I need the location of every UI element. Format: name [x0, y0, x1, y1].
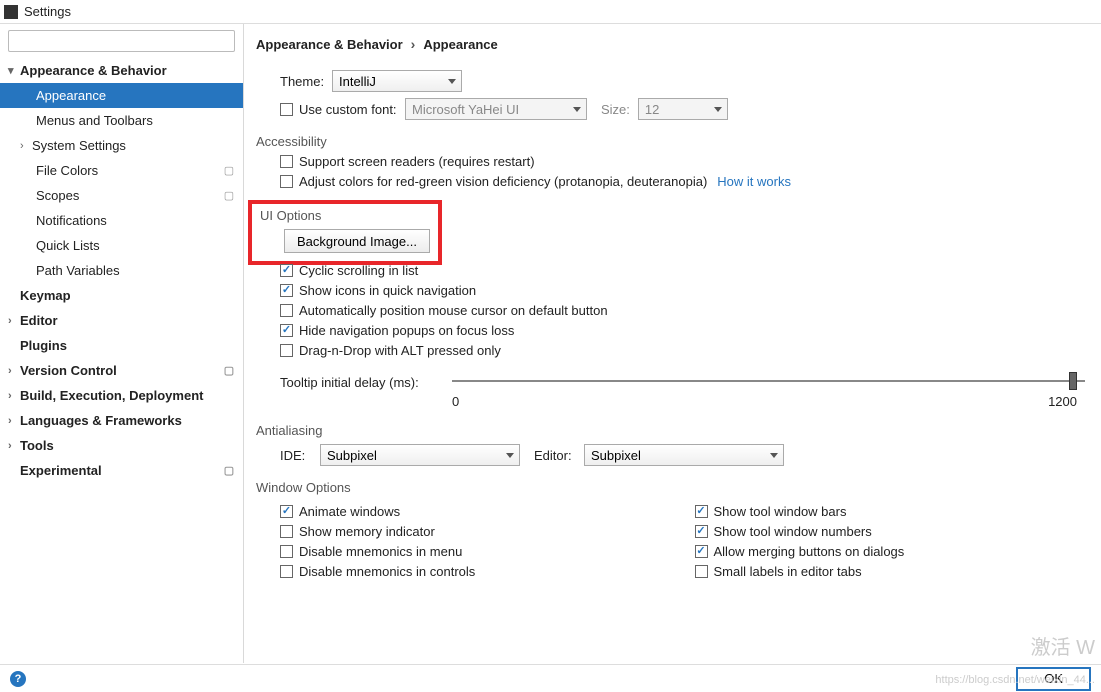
animate-label: Animate windows — [299, 504, 400, 519]
antialiasing-title: Antialiasing — [256, 423, 1085, 438]
slider-thumb[interactable] — [1069, 372, 1077, 390]
tool-bars-label: Show tool window bars — [714, 504, 847, 519]
window-title: Settings — [24, 4, 71, 19]
tree-menus-toolbars[interactable]: Menus and Toolbars — [0, 108, 243, 133]
title-bar: Settings — [0, 0, 1101, 24]
chevron-down-icon — [448, 79, 456, 84]
merge-btns-label: Allow merging buttons on dialogs — [714, 544, 905, 559]
ide-aa-label: IDE: — [280, 448, 320, 463]
tree-scopes[interactable]: Scopes▢ — [0, 183, 243, 208]
tree-build[interactable]: ›Build, Execution, Deployment — [0, 383, 243, 408]
tree-notifications[interactable]: Notifications — [0, 208, 243, 233]
font-size-label: Size: — [601, 102, 630, 117]
tree-languages[interactable]: ›Languages & Frameworks — [0, 408, 243, 433]
accessibility-title: Accessibility — [256, 134, 1085, 149]
font-family-select[interactable]: Microsoft YaHei UI — [405, 98, 587, 120]
tool-numbers-label: Show tool window numbers — [714, 524, 872, 539]
settings-tree: ▾Appearance & Behavior Appearance Menus … — [0, 58, 243, 663]
screen-readers-checkbox[interactable] — [280, 155, 293, 168]
crumb-parent: Appearance & Behavior — [256, 37, 403, 52]
slider-min: 0 — [452, 394, 459, 409]
project-tag-icon: ▢ — [221, 189, 237, 202]
show-icons-label: Show icons in quick navigation — [299, 283, 476, 298]
background-image-button[interactable]: Background Image... — [284, 229, 430, 253]
hide-popups-checkbox[interactable] — [280, 324, 293, 337]
left-panel: ▾Appearance & Behavior Appearance Menus … — [0, 24, 244, 663]
chevron-down-icon — [573, 107, 581, 112]
small-labels-checkbox[interactable] — [695, 565, 708, 578]
chevron-down-icon — [770, 453, 778, 458]
memory-label: Show memory indicator — [299, 524, 435, 539]
auto-cursor-checkbox[interactable] — [280, 304, 293, 317]
small-labels-label: Small labels in editor tabs — [714, 564, 862, 579]
content-panel: Appearance & Behavior › Appearance Theme… — [244, 24, 1101, 663]
merge-buttons-checkbox[interactable] — [695, 545, 708, 558]
breadcrumb: Appearance & Behavior › Appearance — [256, 24, 1085, 64]
theme-select[interactable]: IntelliJ — [332, 70, 462, 92]
ide-aa-select[interactable]: Subpixel — [320, 444, 520, 466]
tooltip-delay-row: Tooltip initial delay (ms): — [280, 370, 1085, 394]
dnd-alt-checkbox[interactable] — [280, 344, 293, 357]
disable-menu-label: Disable mnemonics in menu — [299, 544, 462, 559]
tooltip-delay-slider[interactable] — [452, 370, 1085, 394]
ui-options-title: UI Options — [260, 208, 430, 223]
theme-row: Theme: IntelliJ — [280, 70, 1085, 92]
crumb-current: Appearance — [423, 37, 497, 52]
tree-appearance[interactable]: Appearance — [0, 83, 243, 108]
custom-font-row: Use custom font: Microsoft YaHei UI Size… — [280, 98, 1085, 120]
show-icons-checkbox[interactable] — [280, 284, 293, 297]
main-area: ▾Appearance & Behavior Appearance Menus … — [0, 24, 1101, 663]
search-wrap — [0, 24, 243, 58]
tree-tools[interactable]: ›Tools — [0, 433, 243, 458]
cyclic-label: Cyclic scrolling in list — [299, 263, 418, 278]
tooltip-delay-label: Tooltip initial delay (ms): — [280, 375, 438, 390]
app-icon — [4, 5, 18, 19]
tree-keymap[interactable]: Keymap — [0, 283, 243, 308]
font-label: Use custom font: — [299, 102, 405, 117]
ok-button[interactable]: OK — [1016, 667, 1091, 691]
highlight-annotation: UI Options Background Image... — [248, 200, 442, 265]
editor-aa-label: Editor: — [534, 448, 584, 463]
disable-mnemonics-menu-checkbox[interactable] — [280, 545, 293, 558]
chevron-down-icon — [714, 107, 722, 112]
tree-experimental[interactable]: Experimental▢ — [0, 458, 243, 483]
theme-label: Theme: — [280, 74, 332, 89]
project-tag-icon: ▢ — [221, 164, 237, 177]
adjust-colors-label: Adjust colors for red-green vision defic… — [299, 174, 707, 189]
how-it-works-link[interactable]: How it works — [717, 174, 791, 189]
chevron-down-icon — [506, 453, 514, 458]
tool-window-bars-checkbox[interactable] — [695, 505, 708, 518]
cyclic-scrolling-checkbox[interactable] — [280, 264, 293, 277]
adjust-colors-checkbox[interactable] — [280, 175, 293, 188]
chevron-right-icon: › — [411, 36, 416, 52]
editor-aa-select[interactable]: Subpixel — [584, 444, 784, 466]
dnd-alt-label: Drag-n-Drop with ALT pressed only — [299, 343, 501, 358]
use-custom-font-checkbox[interactable] — [280, 103, 293, 116]
disable-mnemonics-controls-checkbox[interactable] — [280, 565, 293, 578]
footer: ? OK — [0, 664, 1101, 692]
tree-quick-lists[interactable]: Quick Lists — [0, 233, 243, 258]
memory-indicator-checkbox[interactable] — [280, 525, 293, 538]
tree-file-colors[interactable]: File Colors▢ — [0, 158, 243, 183]
window-options-title: Window Options — [256, 480, 1085, 495]
animate-windows-checkbox[interactable] — [280, 505, 293, 518]
disable-ctrl-label: Disable mnemonics in controls — [299, 564, 475, 579]
auto-cursor-label: Automatically position mouse cursor on d… — [299, 303, 608, 318]
slider-track — [452, 380, 1085, 382]
tree-system-settings[interactable]: ›System Settings — [0, 133, 243, 158]
tree-appearance-behavior[interactable]: ▾Appearance & Behavior — [0, 58, 243, 83]
project-tag-icon: ▢ — [221, 364, 237, 377]
search-input[interactable] — [8, 30, 235, 52]
tree-editor[interactable]: ›Editor — [0, 308, 243, 333]
tree-version-control[interactable]: ›Version Control▢ — [0, 358, 243, 383]
hide-popups-label: Hide navigation popups on focus loss — [299, 323, 514, 338]
help-icon[interactable]: ? — [10, 671, 26, 687]
tree-path-variables[interactable]: Path Variables — [0, 258, 243, 283]
slider-max: 1200 — [1048, 394, 1077, 409]
screen-readers-label: Support screen readers (requires restart… — [299, 154, 535, 169]
tool-window-numbers-checkbox[interactable] — [695, 525, 708, 538]
font-size-select[interactable]: 12 — [638, 98, 728, 120]
tree-plugins[interactable]: Plugins — [0, 333, 243, 358]
project-tag-icon: ▢ — [221, 464, 237, 477]
